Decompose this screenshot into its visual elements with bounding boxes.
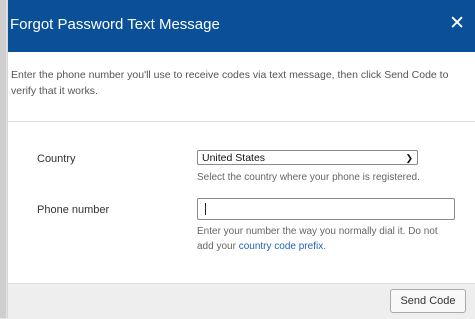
country-label: Country — [37, 153, 76, 165]
instructions-line-2: verify that it works. — [11, 85, 98, 97]
dialog-header: Forgot Password Text Message ✕ — [8, 0, 475, 52]
dialog-title: Forgot Password Text Message — [10, 16, 220, 33]
country-select[interactable]: United States ❯ — [197, 150, 418, 165]
phone-number-input[interactable] — [197, 198, 455, 220]
country-help-text: Select the country where your phone is r… — [197, 172, 420, 183]
phone-help-prefix: add your — [197, 241, 239, 252]
text-caret — [205, 203, 206, 215]
phone-help-text: Enter your number the way you normally d… — [197, 224, 467, 254]
phone-number-label: Phone number — [37, 204, 110, 216]
send-code-button[interactable]: Send Code — [390, 289, 466, 313]
country-code-prefix-link[interactable]: country code prefix — [239, 241, 324, 252]
background-page-edge — [0, 0, 6, 318]
divider — [8, 121, 475, 122]
country-selected-value: United States — [202, 152, 266, 164]
close-icon[interactable]: ✕ — [449, 14, 465, 33]
phone-help-suffix: . — [323, 241, 326, 252]
instructions-text: Enter the phone number you'll use to rec… — [11, 67, 461, 99]
instructions-line-1: Enter the phone number you'll use to rec… — [11, 69, 449, 81]
phone-help-line-2: add your country code prefix. — [197, 239, 467, 254]
forgot-password-dialog: Forgot Password Text Message ✕ Enter the… — [8, 0, 475, 319]
phone-help-line-1: Enter your number the way you normally d… — [197, 226, 438, 237]
dialog-footer: Send Code — [8, 283, 475, 319]
chevron-down-icon: ❯ — [405, 153, 413, 163]
